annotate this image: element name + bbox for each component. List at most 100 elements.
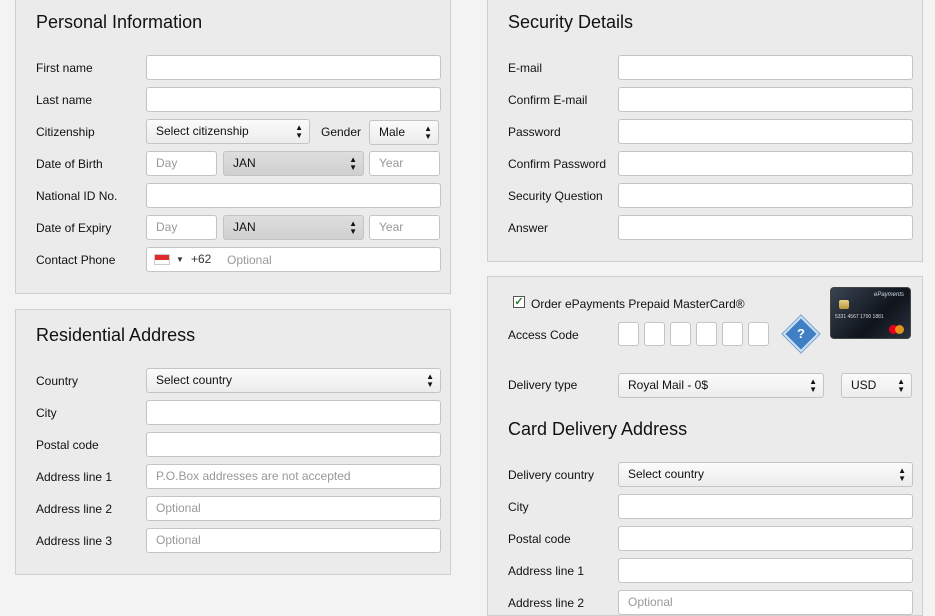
- postal-code-input[interactable]: [146, 432, 441, 457]
- contact-phone-input[interactable]: ▼ +62 Optional: [146, 247, 441, 272]
- security-question-input[interactable]: [618, 183, 913, 208]
- dob-day-input[interactable]: Day: [146, 151, 217, 176]
- card-chip: [839, 300, 849, 309]
- gender-label: Gender: [321, 125, 362, 139]
- dob-year-placeholder: Year: [379, 156, 404, 170]
- delivery-city-input[interactable]: [618, 494, 913, 519]
- citizenship-label: Citizenship: [36, 125, 95, 139]
- address-line-1-placeholder: P.O.Box addresses are not accepted: [156, 469, 351, 483]
- gender-select-value: Male: [379, 125, 406, 139]
- delivery-address-line-1-label: Address line 1: [508, 564, 585, 578]
- address-line-1-label: Address line 1: [36, 470, 113, 484]
- dob-year-input[interactable]: Year: [369, 151, 440, 176]
- country-label: Country: [36, 374, 79, 388]
- address-line-2-label: Address line 2: [36, 502, 113, 516]
- dob-month-select[interactable]: JAN ▲ ▼: [223, 151, 364, 176]
- password-input[interactable]: [618, 119, 913, 144]
- date-of-birth-label: Date of Birth: [36, 157, 103, 171]
- security-details-panel: Security Details E-mail Confirm E-mail P…: [487, 0, 923, 262]
- delivery-type-select[interactable]: Royal Mail - 0$ ▲ ▼: [618, 373, 824, 398]
- delivery-address-line-2-input[interactable]: Optional: [618, 590, 913, 615]
- national-id-label: National ID No.: [36, 189, 118, 203]
- updown-arrow-icon: ▲ ▼: [349, 218, 357, 236]
- delivery-address-line-2-label: Address line 2: [508, 596, 585, 610]
- delivery-country-label: Delivery country: [508, 468, 595, 482]
- currency-value: USD: [851, 378, 877, 392]
- currency-select[interactable]: USD ▲ ▼: [841, 373, 912, 398]
- address-line-3-placeholder: Optional: [156, 533, 201, 547]
- access-code-digit-6[interactable]: [748, 322, 769, 346]
- last-name-label: Last name: [36, 93, 93, 107]
- postal-code-label: Postal code: [36, 438, 99, 452]
- confirm-password-label: Confirm Password: [508, 157, 607, 171]
- card-brand: ePayments: [873, 292, 904, 298]
- card-order-panel: ✓ Order ePayments Prepaid MasterCard® eP…: [487, 276, 923, 616]
- delivery-type-label: Delivery type: [508, 378, 578, 392]
- expiry-day-input[interactable]: Day: [146, 215, 217, 240]
- delivery-postal-code-input[interactable]: [618, 526, 913, 551]
- access-code-digit-1[interactable]: [618, 322, 639, 346]
- delivery-type-value: Royal Mail - 0$: [628, 378, 709, 392]
- delivery-postal-code-label: Postal code: [508, 532, 571, 546]
- access-code-digit-3[interactable]: [670, 322, 691, 346]
- help-symbol: ?: [797, 326, 805, 341]
- expiry-month-select[interactable]: JAN ▲ ▼: [223, 215, 364, 240]
- country-select[interactable]: Select country ▲ ▼: [146, 368, 441, 393]
- security-question-label: Security Question: [508, 189, 603, 203]
- delivery-address-line-1-input[interactable]: [618, 558, 913, 583]
- address-line-3-input[interactable]: Optional: [146, 528, 441, 553]
- expiry-month-value: JAN: [233, 220, 256, 234]
- prepaid-mastercard-image: ePayments 5331 4567 1700 1881: [830, 287, 911, 339]
- delivery-country-value: Select country: [628, 467, 705, 481]
- mastercard-logo-icon: [889, 325, 905, 334]
- dob-month-value: JAN: [233, 156, 256, 170]
- date-of-expiry-label: Date of Expiry: [36, 221, 112, 235]
- confirm-password-input[interactable]: [618, 151, 913, 176]
- access-code-digit-4[interactable]: [696, 322, 717, 346]
- order-card-label[interactable]: Order ePayments Prepaid MasterCard®: [531, 297, 745, 311]
- email-label: E-mail: [508, 61, 543, 75]
- last-name-input[interactable]: [146, 87, 441, 112]
- address-line-2-input[interactable]: Optional: [146, 496, 441, 521]
- access-code-digit-5[interactable]: [722, 322, 743, 346]
- answer-input[interactable]: [618, 215, 913, 240]
- email-input[interactable]: [618, 55, 913, 80]
- expiry-year-placeholder: Year: [379, 220, 404, 234]
- confirm-email-label: Confirm E-mail: [508, 93, 588, 107]
- card-delivery-address-title: Card Delivery Address: [508, 419, 688, 439]
- updown-arrow-icon: ▲ ▼: [349, 154, 357, 172]
- citizenship-select-value: Select citizenship: [156, 124, 249, 138]
- order-card-checkbox[interactable]: ✓: [513, 296, 525, 308]
- national-id-input[interactable]: [146, 183, 441, 208]
- citizenship-select[interactable]: Select citizenship ▲ ▼: [146, 119, 310, 144]
- access-code-label: Access Code: [508, 328, 579, 342]
- expiry-day-placeholder: Day: [156, 220, 178, 234]
- checkmark-icon: ✓: [514, 296, 524, 308]
- updown-arrow-icon: ▲ ▼: [426, 371, 434, 389]
- expiry-year-input[interactable]: Year: [369, 215, 440, 240]
- city-input[interactable]: [146, 400, 441, 425]
- flag-dropdown-arrow-icon[interactable]: ▼: [176, 248, 184, 271]
- delivery-country-select[interactable]: Select country ▲ ▼: [618, 462, 913, 487]
- country-select-value: Select country: [156, 373, 233, 387]
- indonesia-flag-icon[interactable]: [154, 254, 170, 265]
- contact-phone-label: Contact Phone: [36, 253, 116, 267]
- security-details-title: Security Details: [508, 12, 634, 32]
- updown-arrow-icon: ▲ ▼: [809, 376, 817, 394]
- phone-country-code: +62: [191, 252, 212, 266]
- updown-arrow-icon: ▲ ▼: [897, 376, 905, 394]
- address-line-3-label: Address line 3: [36, 534, 113, 548]
- delivery-city-label: City: [508, 500, 529, 514]
- city-label: City: [36, 406, 57, 420]
- question-diamond-icon[interactable]: ?: [782, 315, 820, 353]
- password-label: Password: [508, 125, 561, 139]
- updown-arrow-icon: ▲ ▼: [295, 122, 303, 140]
- confirm-email-input[interactable]: [618, 87, 913, 112]
- first-name-label: First name: [36, 61, 93, 75]
- residential-address-title: Residential Address: [36, 325, 196, 345]
- first-name-input[interactable]: [146, 55, 441, 80]
- card-number: 5331 4567 1700 1881: [835, 314, 884, 320]
- address-line-1-input[interactable]: P.O.Box addresses are not accepted: [146, 464, 441, 489]
- access-code-digit-2[interactable]: [644, 322, 665, 346]
- gender-select[interactable]: Male ▲ ▼: [369, 120, 439, 145]
